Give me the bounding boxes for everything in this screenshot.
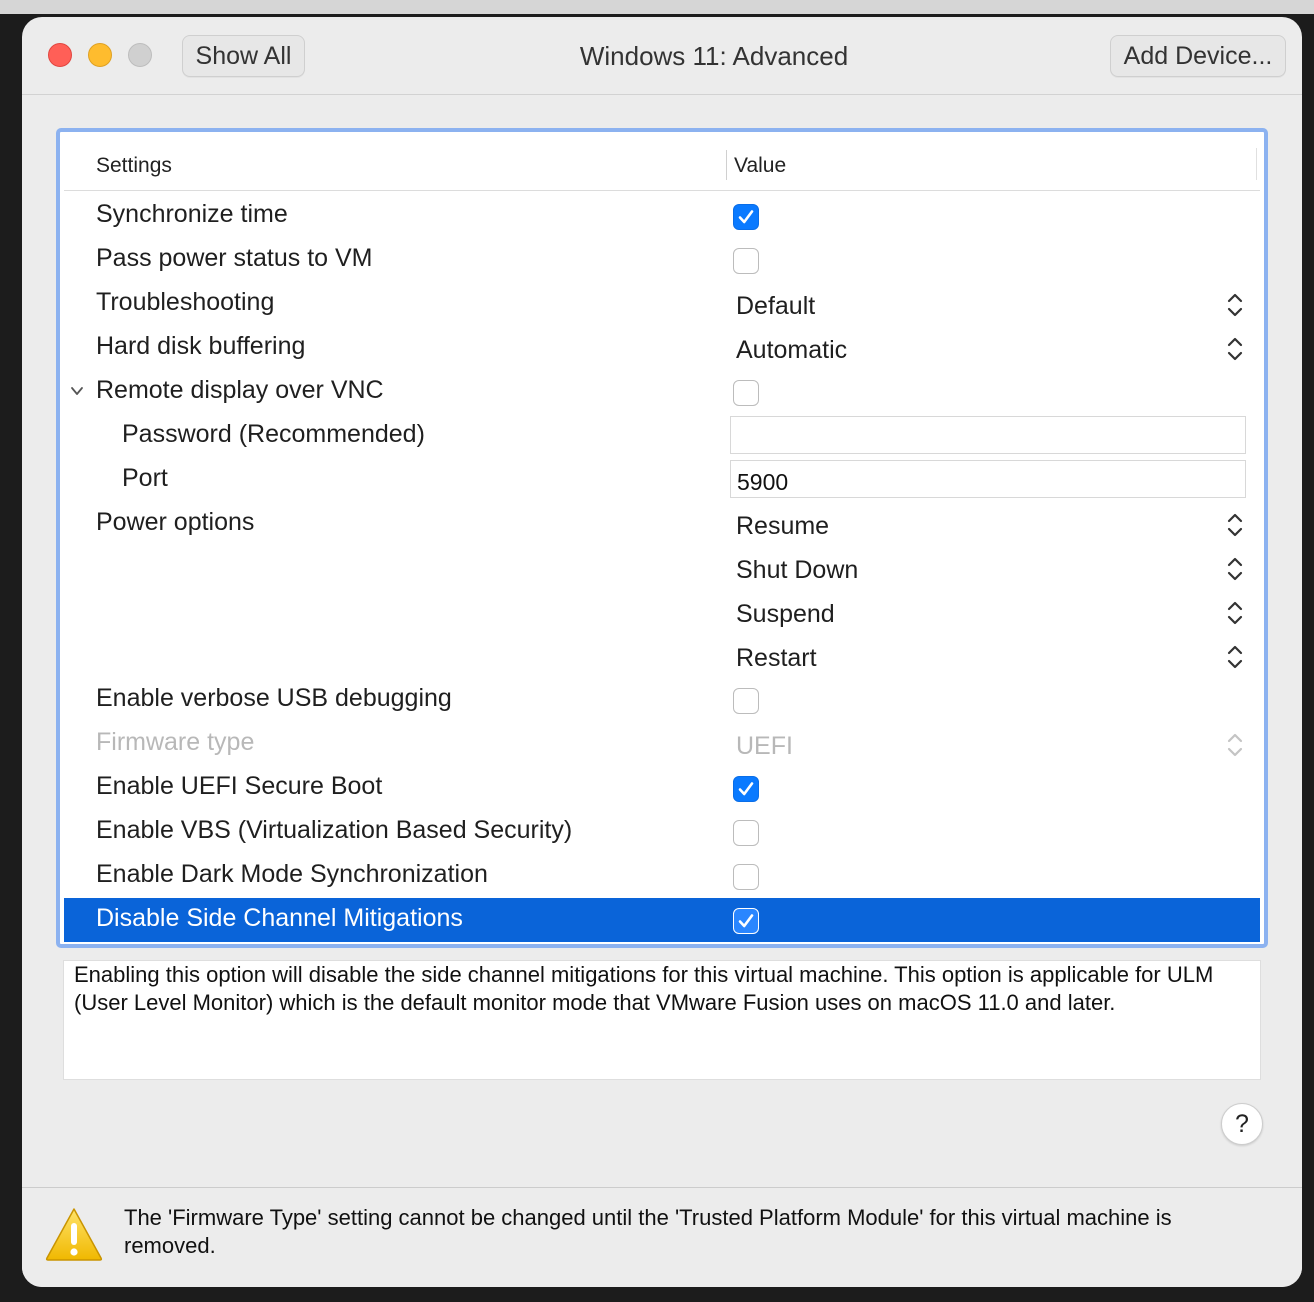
help-button[interactable]: ?: [1221, 1103, 1263, 1145]
warning-icon: [45, 1208, 103, 1261]
up-down-chevron-icon[interactable]: [1226, 336, 1244, 362]
add-device-button[interactable]: Add Device...: [1110, 35, 1286, 77]
up-down-chevron-icon[interactable]: [1226, 292, 1244, 318]
table-row[interactable]: Password (Recommended): [64, 414, 1260, 458]
row-checkbox[interactable]: [733, 908, 759, 934]
popup-value[interactable]: Shut Down: [736, 556, 858, 585]
popup-value[interactable]: Suspend: [736, 600, 835, 629]
row-label: Port: [122, 464, 168, 492]
table-row[interactable]: Enable UEFI Secure Boot: [64, 766, 1260, 810]
table-row[interactable]: Disable Side Channel Mitigations: [64, 898, 1260, 942]
desktop-background: [0, 0, 1314, 14]
row-label: Enable verbose USB debugging: [96, 684, 452, 712]
row-checkbox[interactable]: [733, 248, 759, 274]
table-row[interactable]: Enable VBS (Virtualization Based Securit…: [64, 810, 1260, 854]
popup-value[interactable]: Resume: [736, 512, 829, 541]
table-header: Settings Value: [64, 136, 1260, 191]
vnc-port-field[interactable]: 5900: [730, 460, 1246, 498]
table-row[interactable]: Port 5900: [64, 458, 1260, 502]
settings-table: Settings Value Synchronize time Pass powe…: [56, 128, 1268, 948]
table-row[interactable]: Hard disk buffering Automatic: [64, 326, 1260, 370]
row-checkbox[interactable]: [733, 380, 759, 406]
up-down-chevron-icon[interactable]: [1226, 644, 1244, 670]
table-row[interactable]: Enable Dark Mode Synchronization: [64, 854, 1260, 898]
row-label: Power options: [96, 508, 255, 536]
row-label: Disable Side Channel Mitigations: [96, 904, 463, 932]
row-label: Remote display over VNC: [96, 376, 384, 404]
table-row[interactable]: Restart: [64, 634, 1260, 678]
table-row[interactable]: Remote display over VNC: [64, 370, 1260, 414]
row-checkbox[interactable]: [733, 864, 759, 890]
row-checkbox[interactable]: [733, 776, 759, 802]
popup-value[interactable]: Automatic: [736, 336, 847, 365]
table-row[interactable]: Suspend: [64, 590, 1260, 634]
warning-text: The 'Firmware Type' setting cannot be ch…: [124, 1205, 1172, 1258]
vnc-password-field[interactable]: [730, 416, 1246, 454]
warning-footer: The 'Firmware Type' setting cannot be ch…: [22, 1187, 1302, 1287]
row-label: Enable Dark Mode Synchronization: [96, 860, 488, 888]
settings-table-body: Settings Value Synchronize time Pass powe…: [64, 136, 1260, 942]
row-label: Pass power status to VM: [96, 244, 373, 272]
up-down-chevron-icon[interactable]: [1226, 600, 1244, 626]
row-label: Troubleshooting: [96, 288, 275, 316]
description-text: Enabling this option will disable the si…: [74, 962, 1214, 1015]
up-down-chevron-icon[interactable]: [1226, 556, 1244, 582]
table-row[interactable]: Troubleshooting Default: [64, 282, 1260, 326]
checkmark-icon: [738, 782, 754, 796]
title-bar: Show All Windows 11: Advanced Add Device…: [22, 17, 1302, 95]
table-row[interactable]: Power options Resume: [64, 502, 1260, 546]
row-label: Enable UEFI Secure Boot: [96, 772, 383, 800]
column-header-value[interactable]: Value: [734, 154, 786, 178]
row-label: Password (Recommended): [122, 420, 425, 448]
table-row[interactable]: Enable verbose USB debugging: [64, 678, 1260, 722]
checkmark-icon: [738, 210, 754, 224]
disclosure-chevron-down-icon[interactable]: [70, 384, 84, 398]
table-row[interactable]: Firmware type UEFI: [64, 722, 1260, 766]
table-row[interactable]: Pass power status to VM: [64, 238, 1260, 282]
column-header-settings[interactable]: Settings: [96, 154, 172, 178]
popup-value[interactable]: UEFI: [736, 732, 793, 761]
row-label: Enable VBS (Virtualization Based Securit…: [96, 816, 573, 844]
popup-value[interactable]: Default: [736, 292, 815, 321]
row-checkbox[interactable]: [733, 820, 759, 846]
table-row[interactable]: Synchronize time: [64, 194, 1260, 238]
checkmark-icon: [738, 914, 754, 928]
row-label: Firmware type: [96, 728, 255, 756]
column-divider[interactable]: [726, 150, 727, 180]
row-checkbox[interactable]: [733, 688, 759, 714]
table-row[interactable]: Shut Down: [64, 546, 1260, 590]
column-divider: [1256, 148, 1257, 180]
row-checkbox[interactable]: [733, 204, 759, 230]
row-label: Hard disk buffering: [96, 332, 306, 360]
description-box: Enabling this option will disable the si…: [63, 960, 1261, 1080]
up-down-chevron-icon[interactable]: [1226, 732, 1244, 758]
popup-value[interactable]: Restart: [736, 644, 817, 673]
row-label: Synchronize time: [96, 200, 288, 228]
settings-window: Show All Windows 11: Advanced Add Device…: [22, 17, 1302, 1287]
up-down-chevron-icon[interactable]: [1226, 512, 1244, 538]
